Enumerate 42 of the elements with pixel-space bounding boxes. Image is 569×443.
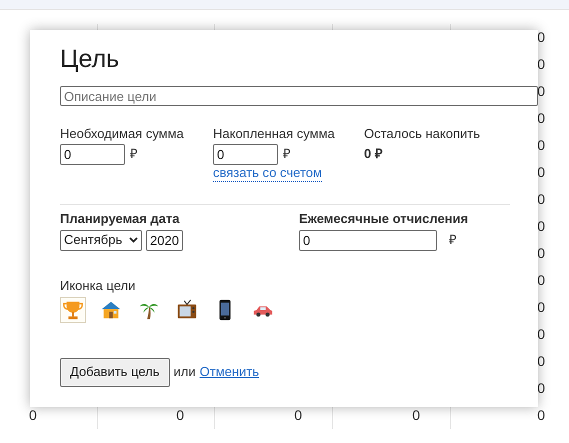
amount-input[interactable]: 0 — [299, 230, 437, 250]
currency-sign: ₽ — [449, 231, 457, 250]
field-label: Планируемая дата — [60, 210, 181, 226]
table-cell-text: 0 — [537, 325, 545, 344]
amount-input[interactable]: 0 — [60, 144, 125, 164]
field-label: Накопленная сумма — [213, 126, 336, 140]
table-cell-text: 0 — [537, 136, 545, 155]
add-goal-button[interactable]: Добавить цель — [60, 358, 170, 386]
year-input[interactable]: 2020 — [146, 230, 183, 250]
table-cell-text: 0 — [537, 244, 545, 263]
tv-icon — [176, 298, 198, 320]
table-cell-text: 0 — [176, 406, 184, 425]
currency-sign: ₽ — [130, 145, 138, 164]
table-cell-text: 0 — [537, 109, 545, 128]
table-cell-text: 0 — [537, 406, 545, 425]
link-account-link[interactable]: связать со счетом — [213, 164, 322, 182]
field-label: Необходимая сумма — [60, 126, 185, 140]
table-cell-text: 0 — [537, 379, 545, 398]
table-cell-text: 0 — [29, 406, 37, 425]
separator-text: или — [174, 363, 196, 382]
table-cell-text: 0 — [537, 298, 545, 317]
table-cell-text: 0 — [537, 28, 545, 47]
table-cell-text: 0 — [537, 271, 545, 290]
field-label: Ежемесячные отчисления — [299, 210, 468, 226]
cancel-link[interactable]: Отменить — [200, 362, 260, 382]
description-input[interactable]: Описание цели — [60, 86, 538, 106]
table-cell-text: 0 — [537, 217, 545, 236]
remaining-amount: 0 ₽ — [364, 144, 384, 162]
chevron-down-icon — [129, 237, 138, 243]
table-cell-text: 0 — [294, 406, 302, 425]
table-cell-text: 0 — [537, 190, 545, 209]
table-cell-text: 0 — [537, 82, 545, 101]
table-cell-text: 0 — [537, 163, 545, 182]
table-cell-text: 0 — [412, 406, 420, 425]
amount-input[interactable]: 0 — [213, 144, 278, 164]
dialog-title: Цель — [60, 44, 120, 74]
currency-sign: ₽ — [283, 145, 291, 164]
field-label: Осталось накопить — [364, 126, 481, 140]
table-cell-text: 0 — [537, 352, 545, 371]
field-label: Иконка цели — [60, 278, 136, 292]
table-cell-text: 0 — [537, 55, 545, 74]
month-select[interactable]: Сентябрь — [60, 230, 142, 250]
